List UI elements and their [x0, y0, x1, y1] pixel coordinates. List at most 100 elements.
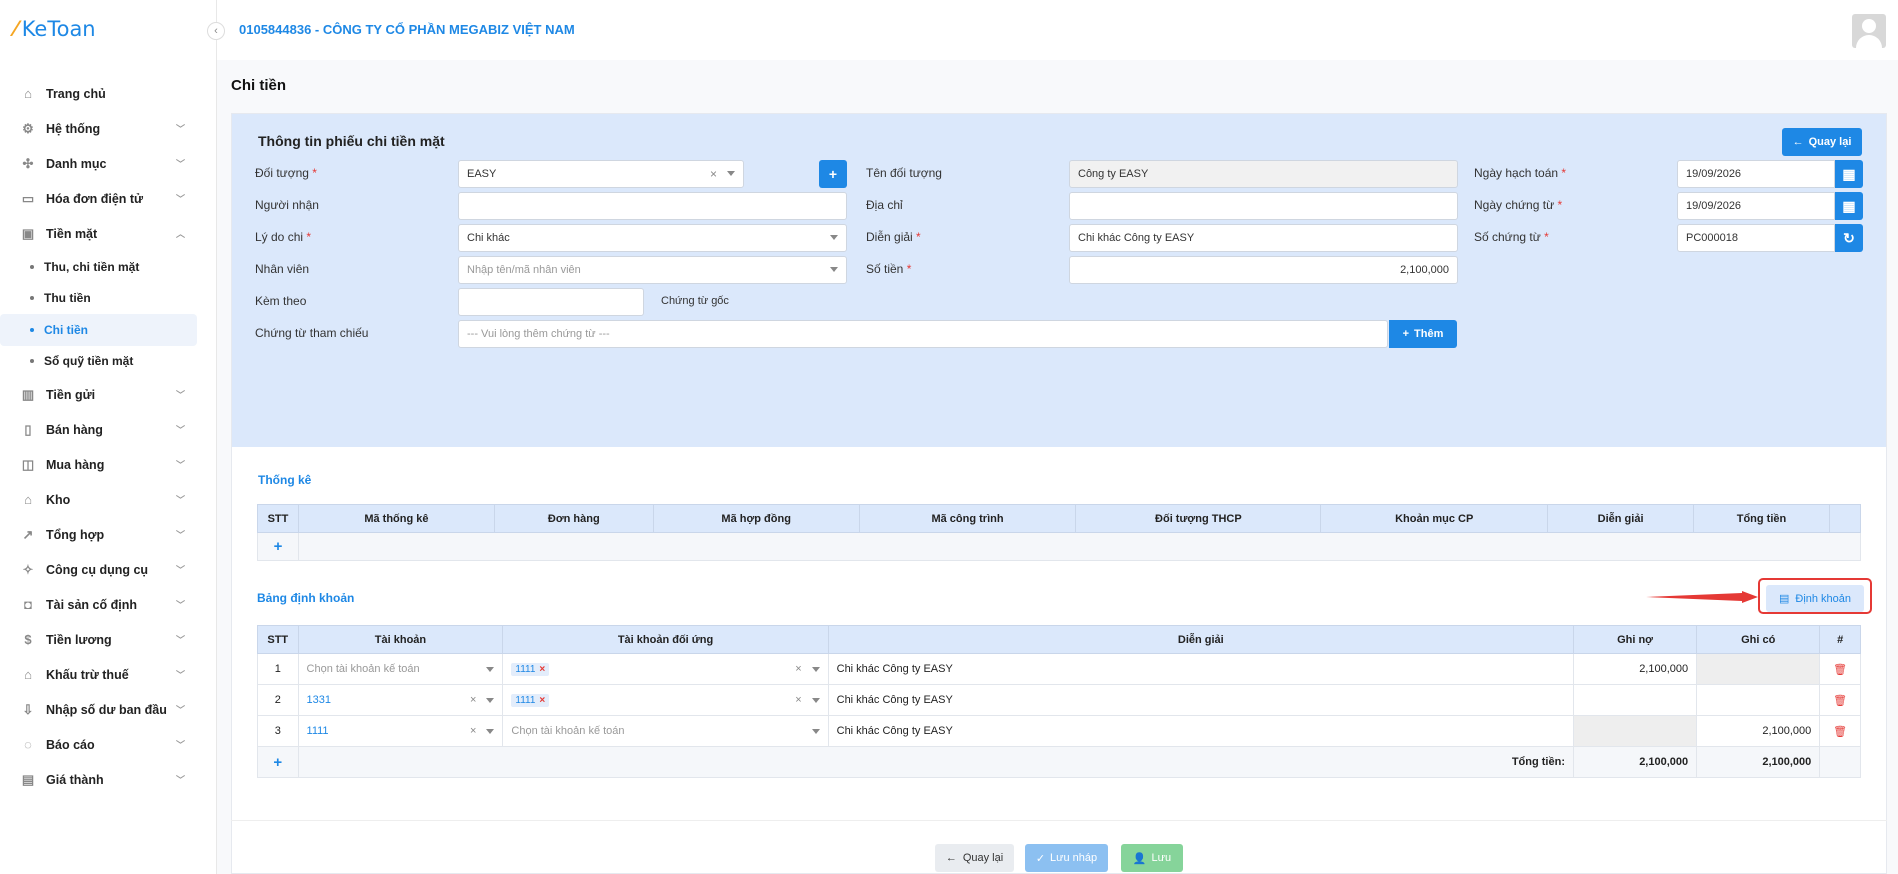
company-name[interactable]: 0105844836 - CÔNG TY CỔ PHẦN MEGABIZ VIỆ…: [239, 22, 575, 37]
back-button-top[interactable]: ← Quay lại: [1782, 128, 1862, 156]
ngay-chung-tu-input[interactable]: 19/09/2026: [1677, 192, 1835, 220]
column-header[interactable]: Ghi có: [1696, 625, 1821, 654]
sidebar-subitem[interactable]: Sổ quỹ tiền mặt: [0, 346, 217, 378]
trash-icon[interactable]: 🗑: [1819, 684, 1861, 716]
sidebar-subitem[interactable]: Chi tiền: [0, 314, 197, 346]
ghi-no-cell[interactable]: [1572, 715, 1698, 747]
clear-icon[interactable]: ×: [470, 725, 476, 737]
back-button[interactable]: ← Quay lại: [935, 844, 1014, 872]
ghi-no-cell[interactable]: [1572, 684, 1698, 716]
ten-doi-tuong-input[interactable]: Công ty EASY: [1069, 160, 1458, 188]
sidebar-item[interactable]: ✧ Công cụ dụng cụ ﹀: [0, 552, 217, 587]
ghi-co-cell[interactable]: 2,100,000: [1696, 715, 1821, 747]
column-header[interactable]: [1828, 504, 1862, 533]
doi-ung-cell[interactable]: Chọn tài khoản kế toán: [502, 715, 829, 747]
sidebar-item[interactable]: ◫ Mua hàng ﹀: [0, 447, 217, 482]
add-row-icon[interactable]: +: [257, 532, 299, 561]
save-button[interactable]: 👤 Lưu: [1121, 844, 1183, 872]
column-header[interactable]: Mã công trình: [858, 504, 1077, 533]
column-header[interactable]: Đối tượng THCP: [1075, 504, 1322, 533]
sidebar-item[interactable]: ◘ Tài sản cố định ﹀: [0, 587, 217, 622]
sidebar-item[interactable]: ⌂ Kho ﹀: [0, 482, 217, 517]
column-header[interactable]: Diễn giải: [1547, 504, 1695, 533]
column-header[interactable]: Tổng tiền: [1693, 504, 1830, 533]
doi-ung-placeholder: Chọn tài khoản kế toán: [511, 725, 625, 737]
clear-icon[interactable]: ×: [795, 694, 801, 706]
sidebar-item[interactable]: ▥ Tiền gửi ﹀: [0, 377, 217, 412]
column-header[interactable]: STT: [257, 625, 299, 654]
refresh-icon[interactable]: ↻: [1835, 224, 1863, 252]
so-chung-tu-input[interactable]: PC000018: [1677, 224, 1835, 252]
tai-khoan-cell[interactable]: 1111 ×: [297, 715, 504, 747]
sidebar-item[interactable]: ◌ Báo cáo ﹀: [0, 727, 217, 762]
clear-icon[interactable]: ×: [795, 663, 801, 675]
kem-theo-input[interactable]: [458, 288, 644, 316]
column-header[interactable]: Tài khoản: [297, 625, 504, 654]
remove-tag-icon[interactable]: ×: [539, 695, 545, 706]
column-header[interactable]: Mã hợp đồng: [652, 504, 860, 533]
sidebar-item[interactable]: ↗ Tổng hợp ﹀: [0, 517, 217, 552]
bullet-icon: [30, 327, 34, 332]
account-tag[interactable]: 1111 ×: [511, 693, 550, 707]
sidebar-item-label: Hệ thống: [46, 121, 101, 136]
sidebar-item[interactable]: $ Tiền lương ﹀: [0, 622, 217, 657]
dien-giai-cell[interactable]: Chi khác Công ty EASY: [827, 653, 1574, 685]
nhan-vien-select[interactable]: Nhập tên/mã nhân viên: [458, 256, 847, 284]
calendar-icon[interactable]: ▦: [1835, 192, 1863, 220]
ngay-hach-toan-input[interactable]: 19/09/2026: [1677, 160, 1835, 188]
column-header[interactable]: Ghi nợ: [1572, 625, 1698, 654]
sidebar-item[interactable]: ▭ Hóa đơn điện tử ﹀: [0, 181, 217, 216]
dien-giai-cell[interactable]: Chi khác Công ty EASY: [827, 715, 1574, 747]
sidebar-item[interactable]: ⌂ Trang chủ: [0, 76, 217, 111]
dia-chi-input[interactable]: [1069, 192, 1458, 220]
sidebar-item[interactable]: ▣ Tiền mặt ︿: [0, 216, 217, 251]
avatar[interactable]: [1852, 14, 1886, 48]
trash-icon[interactable]: 🗑: [1819, 715, 1861, 747]
account-tag[interactable]: 1111 ×: [511, 662, 550, 676]
dien-giai-cell[interactable]: Chi khác Công ty EASY: [827, 684, 1574, 716]
dinh-khoan-button[interactable]: ▤ Định khoản: [1766, 585, 1864, 612]
doi-tuong-select[interactable]: EASY ×: [458, 160, 744, 188]
logo[interactable]: ⁄ KeToan: [14, 14, 96, 44]
sidebar-item[interactable]: ▤ Giá thành ﹀: [0, 762, 217, 797]
clear-icon[interactable]: ×: [710, 167, 717, 181]
doi-ung-cell[interactable]: 1111 × ×: [502, 684, 829, 716]
column-header[interactable]: #: [1819, 625, 1861, 654]
chevron-down-icon: ﹀: [175, 390, 185, 400]
collapse-sidebar-icon[interactable]: ‹: [207, 22, 225, 40]
sidebar-item[interactable]: ⇩ Nhập số dư ban đầu ﹀: [0, 692, 217, 727]
add-doi-tuong-button[interactable]: +: [819, 160, 847, 188]
ly-do-chi-select[interactable]: Chi khác: [458, 224, 847, 252]
chevron-down-icon: ﹀: [175, 530, 185, 540]
doi-ung-cell[interactable]: 1111 × ×: [502, 653, 829, 685]
nguoi-nhan-input[interactable]: [458, 192, 847, 220]
save-draft-button[interactable]: ✓ Lưu nháp: [1025, 844, 1108, 872]
sidebar-subitem[interactable]: Thu, chi tiền mặt: [0, 251, 217, 283]
sidebar-item[interactable]: ▯ Bán hàng ﹀: [0, 412, 217, 447]
sidebar-item[interactable]: ✣ Danh mục ﹀: [0, 146, 217, 181]
trash-icon[interactable]: 🗑: [1819, 653, 1861, 685]
tai-khoan-cell[interactable]: Chọn tài khoản kế toán: [297, 653, 504, 685]
sidebar-subitem[interactable]: Thu tiền: [0, 283, 217, 315]
dien-giai-input[interactable]: Chi khác Công ty EASY: [1069, 224, 1458, 252]
column-header[interactable]: Diễn giải: [827, 625, 1574, 654]
calendar-icon[interactable]: ▦: [1835, 160, 1863, 188]
column-header[interactable]: Tài khoản đối ứng: [502, 625, 829, 654]
ghi-no-cell[interactable]: 2,100,000: [1572, 653, 1698, 685]
remove-tag-icon[interactable]: ×: [539, 664, 545, 675]
column-header[interactable]: STT: [257, 504, 299, 533]
column-header[interactable]: Mã thống kê: [297, 504, 495, 533]
sidebar-item[interactable]: ⌂ Khấu trừ thuế ﹀: [0, 657, 217, 692]
ghi-co-cell[interactable]: [1696, 684, 1821, 716]
chung-tu-tham-chieu-input[interactable]: --- Vui lòng thêm chứng từ ---: [458, 320, 1388, 348]
nguoi-nhan-label: Người nhận: [255, 198, 319, 212]
tai-khoan-cell[interactable]: 1331 ×: [297, 684, 504, 716]
sidebar-item[interactable]: ⚙ Hệ thống ﹀: [0, 111, 217, 146]
ghi-co-cell[interactable]: [1696, 653, 1821, 685]
so-tien-input[interactable]: 2,100,000: [1069, 256, 1458, 284]
column-header[interactable]: Đơn hàng: [493, 504, 654, 533]
them-button[interactable]: + Thêm: [1389, 320, 1457, 348]
column-header[interactable]: Khoản mục CP: [1320, 504, 1549, 533]
clear-icon[interactable]: ×: [470, 694, 476, 706]
add-row-icon[interactable]: +: [257, 746, 299, 778]
